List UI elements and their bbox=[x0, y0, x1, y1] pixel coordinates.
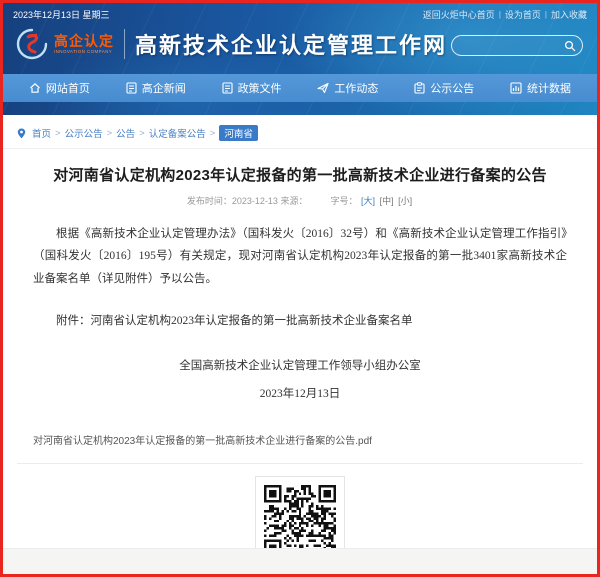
source-label: 来源： bbox=[280, 196, 307, 206]
search-icon[interactable] bbox=[564, 40, 576, 52]
current-date: 2023年12月13日 星期三 bbox=[13, 8, 110, 21]
link-set-homepage[interactable]: 设为首页 bbox=[505, 8, 541, 21]
breadcrumb-announcements[interactable]: 公示公告 bbox=[65, 126, 103, 140]
nav-item-statistics[interactable]: 统计数据 bbox=[510, 80, 571, 96]
fontsize-medium-button[interactable]: [中] bbox=[380, 196, 394, 206]
qr-code-box bbox=[255, 476, 345, 548]
signature-date: 2023年12月13日 bbox=[33, 383, 567, 405]
site-title: 高新技术企业认定管理工作网 bbox=[135, 28, 447, 60]
nav-label: 网站首页 bbox=[46, 80, 90, 96]
article-body: 根据《高新技术企业认定管理办法》（国科发火〔2016〕32号）和《高新技术企业认… bbox=[3, 207, 597, 406]
breadcrumb: 首页 > 公示公告 > 公告 > 认定备案公告 > 河南省 bbox=[3, 115, 597, 149]
breadcrumb-separator: > bbox=[107, 128, 113, 139]
page-footer bbox=[3, 548, 597, 574]
signature-office: 全国高新技术企业认定管理工作领导小组办公室 bbox=[33, 355, 567, 377]
nav-label: 工作动态 bbox=[334, 80, 378, 96]
fontsize-large-button[interactable]: [大] bbox=[361, 196, 375, 206]
breadcrumb-filing-notice[interactable]: 认定备案公告 bbox=[149, 126, 206, 140]
breadcrumb-separator: > bbox=[55, 128, 61, 139]
nav-item-policy[interactable]: 政策文件 bbox=[222, 80, 282, 96]
attachment-pdf-link[interactable]: 对河南省认定机构2023年认定报备的第一批高新技术企业进行备案的公告.pdf bbox=[33, 432, 597, 447]
utility-bar: 2023年12月13日 星期三 返回火炬中心首页 | 设为首页 | 加入收藏 bbox=[3, 3, 597, 21]
logo-text: 高企认定 bbox=[54, 34, 114, 48]
article-meta: 发布时间：2023-12-13 来源： 字号： [大] [中] [小] bbox=[3, 194, 597, 207]
link-torch-center-home[interactable]: 返回火炬中心首页 bbox=[423, 8, 495, 21]
qr-code bbox=[264, 485, 336, 548]
fontsize-small-button[interactable]: [小] bbox=[398, 196, 412, 206]
logo-text-block: 高企认定 INNOVATION COMPANY bbox=[54, 34, 114, 55]
search-input[interactable] bbox=[460, 36, 560, 55]
link-separator: | bbox=[545, 10, 547, 19]
bar-chart-icon bbox=[510, 82, 522, 94]
main-content: 首页 > 公示公告 > 公告 > 认定备案公告 > 河南省 对河南省认定机构20… bbox=[3, 115, 597, 548]
clipboard-icon bbox=[414, 82, 425, 94]
policy-file-icon bbox=[222, 82, 233, 94]
article-title: 对河南省认定机构2023年认定报备的第一批高新技术企业进行备案的公告 bbox=[3, 164, 597, 185]
article-paragraph: 根据《高新技术企业认定管理办法》（国科发火〔2016〕32号）和《高新技术企业认… bbox=[33, 223, 567, 290]
nav-label: 统计数据 bbox=[527, 80, 571, 96]
brand-row: 高企认定 INNOVATION COMPANY 高新技术企业认定管理工作网 bbox=[3, 21, 597, 61]
utility-links: 返回火炬中心首页 | 设为首页 | 加入收藏 bbox=[423, 8, 587, 21]
breadcrumb-separator: > bbox=[139, 128, 145, 139]
fontsize-label: 字号： bbox=[331, 196, 358, 206]
nav-label: 公示公告 bbox=[430, 80, 474, 96]
breadcrumb-home[interactable]: 首页 bbox=[32, 126, 51, 140]
link-add-favorite[interactable]: 加入收藏 bbox=[551, 8, 587, 21]
main-nav: 网站首页 高企新闻 政策文件 bbox=[3, 74, 597, 102]
qr-section: 扫一扫在手机打开当前页 bbox=[3, 476, 597, 548]
logo-subtext: INNOVATION COMPANY bbox=[54, 50, 114, 55]
logo-icon bbox=[15, 27, 49, 61]
attachment-line: 附件：河南省认定机构2023年认定报备的第一批高新技术企业备案名单 bbox=[33, 310, 567, 332]
link-separator: | bbox=[499, 10, 501, 19]
nav-label: 政策文件 bbox=[238, 80, 282, 96]
nav-item-news[interactable]: 高企新闻 bbox=[126, 80, 186, 96]
publish-time: 发布时间：2023-12-13 bbox=[187, 196, 278, 206]
brand-divider bbox=[124, 29, 125, 59]
page-frame: 2023年12月13日 星期三 返回火炬中心首页 | 设为首页 | 加入收藏 高… bbox=[0, 0, 600, 577]
nav-item-announcements[interactable]: 公示公告 bbox=[414, 80, 474, 96]
home-icon bbox=[29, 82, 41, 94]
site-header: 2023年12月13日 星期三 返回火炬中心首页 | 设为首页 | 加入收藏 高… bbox=[3, 3, 597, 115]
location-pin-icon bbox=[17, 128, 26, 139]
nav-item-home[interactable]: 网站首页 bbox=[29, 80, 90, 96]
breadcrumb-notice[interactable]: 公告 bbox=[116, 126, 135, 140]
nav-label: 高企新闻 bbox=[142, 80, 186, 96]
breadcrumb-separator: > bbox=[210, 128, 216, 139]
breadcrumb-current-henan[interactable]: 河南省 bbox=[219, 125, 258, 141]
content-divider bbox=[17, 463, 583, 464]
site-logo[interactable]: 高企认定 INNOVATION COMPANY bbox=[15, 27, 114, 61]
news-icon bbox=[126, 82, 137, 94]
paper-plane-icon bbox=[317, 82, 329, 94]
nav-item-dynamics[interactable]: 工作动态 bbox=[317, 80, 378, 96]
search-box[interactable] bbox=[451, 35, 583, 56]
